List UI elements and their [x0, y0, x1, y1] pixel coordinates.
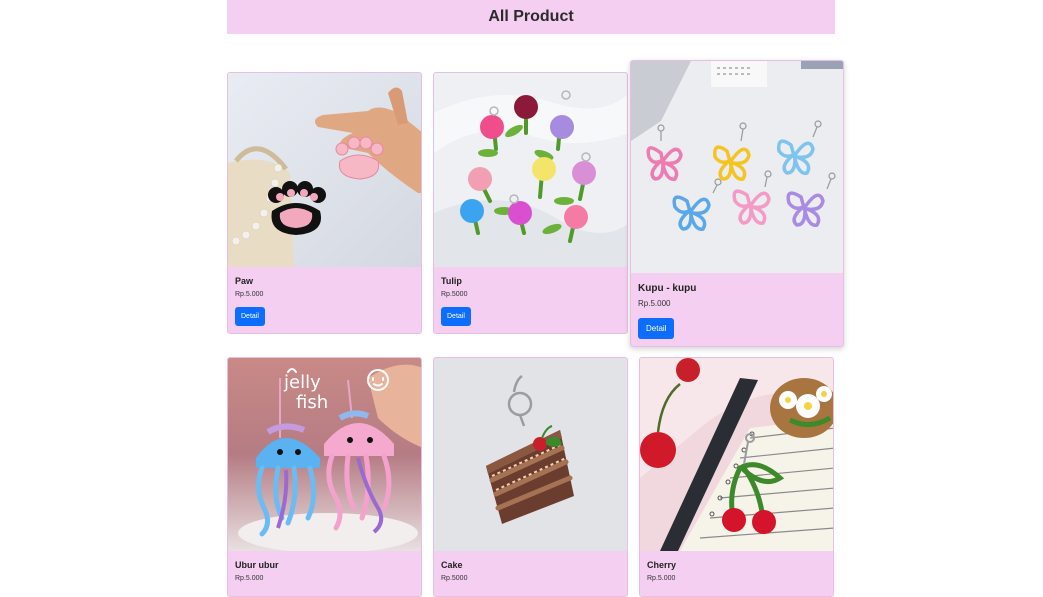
detail-button[interactable]: Detail — [441, 307, 471, 326]
product-card-tulip[interactable]: Tulip Rp.5000 Detail — [433, 72, 628, 334]
product-price: Rp.5.000 — [647, 575, 676, 582]
page-title: All Product — [488, 8, 574, 25]
product-card-paw[interactable]: Paw Rp.5.000 Detail — [227, 72, 422, 334]
product-name: Cherry — [647, 560, 677, 570]
page-header: All Product — [227, 0, 835, 34]
product-image-cherry[interactable] — [640, 358, 833, 551]
product-image-cake[interactable] — [434, 358, 627, 551]
product-name: Cake — [441, 560, 463, 570]
product-image-paw[interactable] — [228, 73, 421, 267]
product-card-cherry[interactable]: Cherry Rp.5.000 — [639, 357, 834, 597]
product-name: Kupu - kupu — [638, 283, 697, 294]
product-name: Paw — [235, 276, 254, 286]
product-image-ubur-ubur[interactable]: jelly fish — [228, 358, 421, 551]
product-price: Rp.5.000 — [235, 575, 264, 582]
product-card-ubur-ubur[interactable]: jelly fish Ubur ubur Rp.5.000 — [227, 357, 422, 597]
product-image-tulip[interactable] — [434, 73, 627, 267]
product-name: Tulip — [441, 276, 462, 286]
product-price: Rp.5000 — [441, 575, 468, 582]
product-name: Ubur ubur — [235, 560, 279, 570]
svg-text:fish: fish — [296, 392, 328, 413]
product-price: Rp.5.000 — [235, 291, 264, 298]
product-card-kupu-kupu[interactable]: Kupu - kupu Rp.5.000 Detail — [630, 60, 844, 347]
detail-button[interactable]: Detail — [235, 307, 265, 326]
product-price: Rp.5.000 — [638, 299, 671, 308]
product-price: Rp.5000 — [441, 291, 468, 298]
product-card-cake[interactable]: Cake Rp.5000 — [433, 357, 628, 597]
product-image-kupu-kupu[interactable] — [631, 61, 843, 273]
svg-text:jelly: jelly — [283, 372, 321, 393]
detail-button[interactable]: Detail — [638, 318, 675, 339]
